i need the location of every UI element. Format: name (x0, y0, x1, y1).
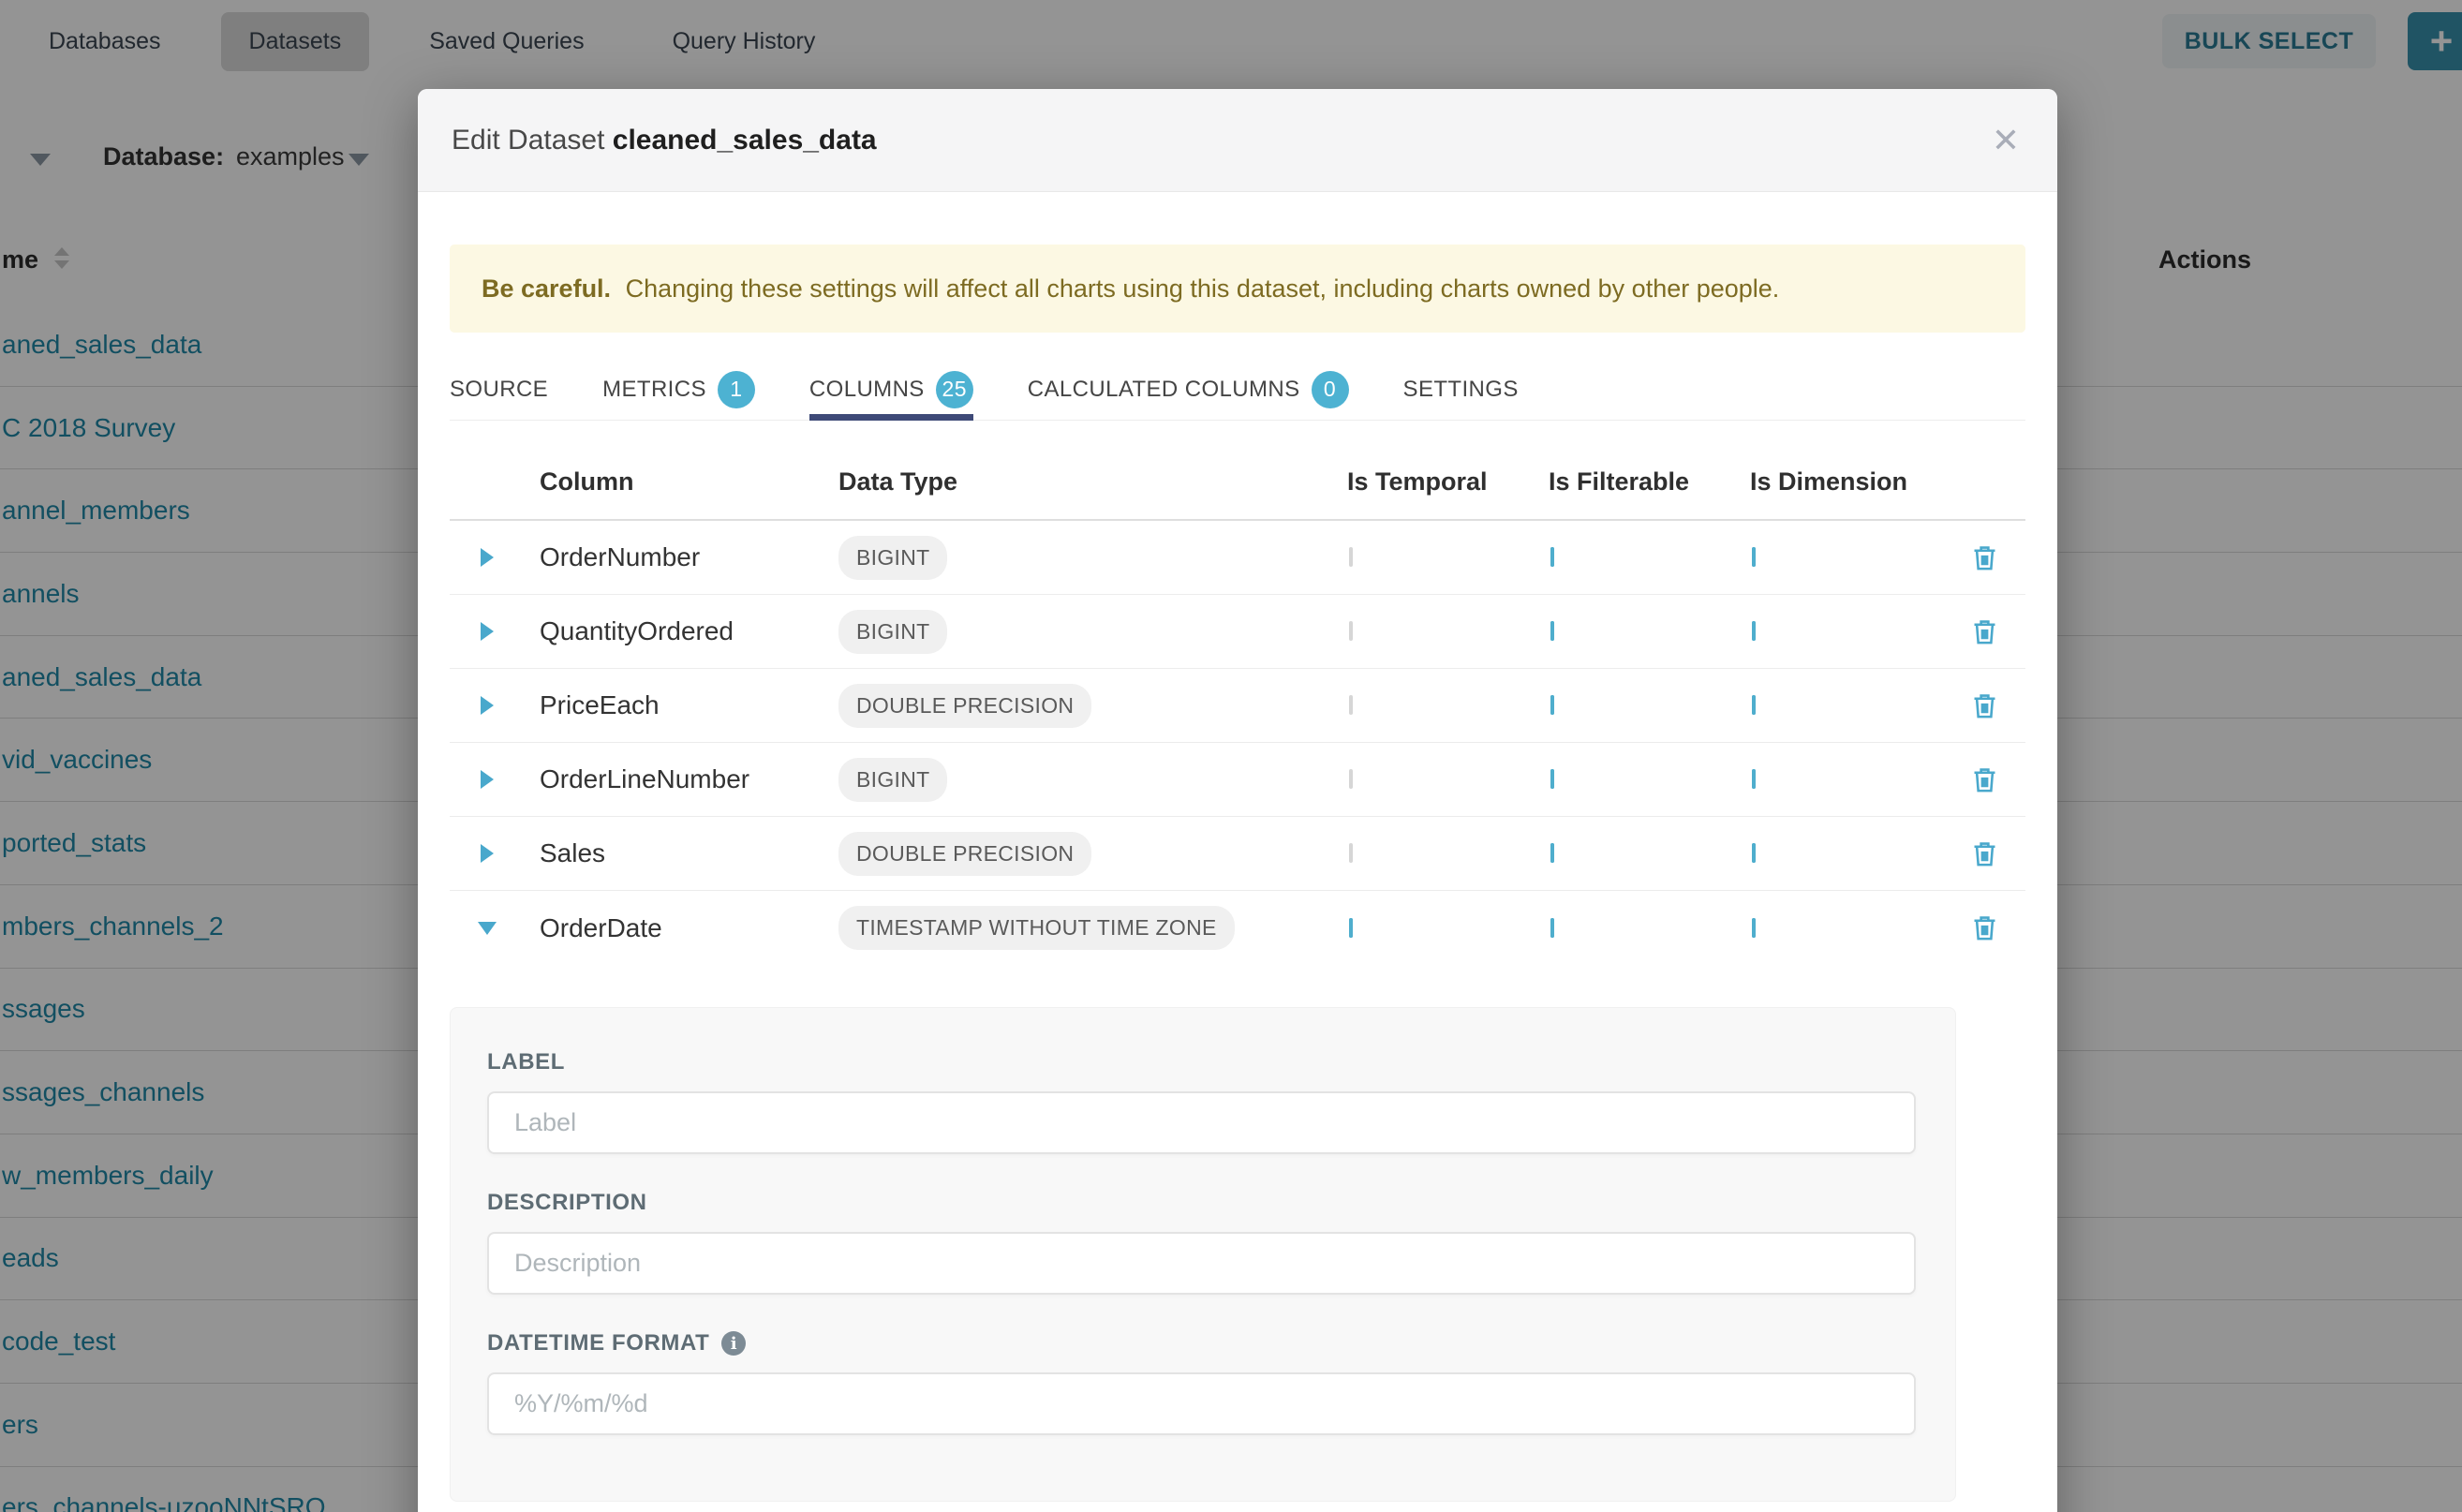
columns-table: Column Data Type Is Temporal Is Filterab… (450, 421, 2025, 965)
column-detail-panel: LABEL DESCRIPTION DATETIME FORMAT (450, 1007, 1956, 1502)
delete-column-button[interactable] (1944, 765, 2025, 794)
warning-bold: Be careful. (482, 274, 611, 303)
column-name: OrderDate (525, 913, 824, 943)
expand-caret-icon[interactable] (481, 696, 494, 715)
is-dimension-checkbox[interactable] (1752, 769, 1756, 789)
is-dimension-checkbox[interactable] (1752, 547, 1756, 567)
is-filterable-checkbox[interactable] (1550, 918, 1554, 938)
column-row-sales: Sales DOUBLE PRECISION (450, 817, 2025, 891)
datetime-format-input[interactable] (487, 1372, 1916, 1435)
trash-icon (1970, 543, 1999, 572)
is-filterable-checkbox[interactable] (1550, 769, 1554, 789)
delete-column-button[interactable] (1944, 691, 2025, 720)
is-filterable-checkbox[interactable] (1550, 621, 1554, 641)
label-input[interactable] (487, 1091, 1916, 1154)
tab-label: COLUMNS (809, 377, 925, 403)
label-field-title: LABEL (487, 1049, 1912, 1075)
column-row-orderlinenumber: OrderLineNumber BIGINT (450, 743, 2025, 817)
data-type-pill: BIGINT (838, 536, 947, 580)
expand-caret-icon[interactable] (481, 548, 494, 567)
close-icon[interactable]: ✕ (1992, 124, 2020, 157)
is-dimension-checkbox[interactable] (1752, 621, 1756, 641)
expand-caret-icon[interactable] (481, 622, 494, 641)
header-is-dimension: Is Dimension (1743, 467, 1944, 497)
modal-title-prefix: Edit Dataset (452, 125, 604, 156)
modal-title: Edit Dataset cleaned_sales_data (452, 125, 877, 156)
is-dimension-checkbox[interactable] (1752, 695, 1756, 715)
description-input[interactable] (487, 1232, 1916, 1295)
calculated-columns-count-badge: 0 (1312, 371, 1349, 408)
tab-label: SOURCE (450, 377, 548, 403)
tab-metrics[interactable]: METRICS 1 (602, 359, 755, 420)
is-filterable-checkbox[interactable] (1550, 695, 1554, 715)
trash-icon (1970, 765, 1999, 794)
modal-dataset-name: cleaned_sales_data (613, 125, 877, 156)
tab-columns[interactable]: COLUMNS 25 (809, 359, 973, 420)
warning-text: Changing these settings will affect all … (626, 274, 1780, 303)
is-temporal-checkbox[interactable] (1349, 843, 1353, 863)
modal-body: Be careful. Changing these settings will… (418, 245, 2057, 1502)
modal-tabs: SOURCE METRICS 1 COLUMNS 25 CALCULATED C… (450, 359, 2025, 421)
description-field-title: DESCRIPTION (487, 1190, 1912, 1216)
column-name: QuantityOrdered (525, 616, 824, 646)
data-type-pill: DOUBLE PRECISION (838, 684, 1091, 728)
delete-column-button[interactable] (1944, 839, 2025, 868)
warning-banner: Be careful. Changing these settings will… (450, 245, 2025, 333)
delete-column-button[interactable] (1944, 913, 2025, 942)
trash-icon (1970, 617, 1999, 646)
header-data-type: Data Type (824, 467, 1340, 497)
data-type-pill: BIGINT (838, 610, 947, 654)
column-name: PriceEach (525, 690, 824, 720)
column-name: Sales (525, 838, 824, 868)
trash-icon (1970, 839, 1999, 868)
columns-count-badge: 25 (936, 371, 973, 408)
modal-header: Edit Dataset cleaned_sales_data ✕ (418, 89, 2057, 192)
data-type-pill: BIGINT (838, 758, 947, 802)
is-temporal-checkbox[interactable] (1349, 621, 1353, 641)
header-column: Column (525, 467, 824, 497)
is-temporal-checkbox[interactable] (1349, 547, 1353, 567)
is-dimension-checkbox[interactable] (1752, 843, 1756, 863)
delete-column-button[interactable] (1944, 543, 2025, 572)
data-type-pill: DOUBLE PRECISION (838, 832, 1091, 876)
header-is-filterable: Is Filterable (1541, 467, 1743, 497)
tab-label: METRICS (602, 377, 706, 403)
page: Databases Datasets Saved Queries Query H… (0, 0, 2462, 1512)
is-filterable-checkbox[interactable] (1550, 547, 1554, 567)
info-icon[interactable] (721, 1331, 746, 1356)
trash-icon (1970, 913, 1999, 942)
collapse-caret-icon[interactable] (478, 922, 497, 935)
column-row-orderdate: OrderDate TIMESTAMP WITHOUT TIME ZONE (450, 891, 2025, 965)
columns-table-header: Column Data Type Is Temporal Is Filterab… (450, 421, 2025, 521)
tab-source[interactable]: SOURCE (450, 359, 548, 420)
datetime-format-field-title: DATETIME FORMAT (487, 1330, 1912, 1356)
data-type-pill: TIMESTAMP WITHOUT TIME ZONE (838, 906, 1235, 950)
is-temporal-checkbox[interactable] (1349, 769, 1353, 789)
header-is-temporal: Is Temporal (1340, 467, 1541, 497)
tab-calculated-columns[interactable]: CALCULATED COLUMNS 0 (1028, 359, 1349, 420)
metrics-count-badge: 1 (718, 371, 755, 408)
delete-column-button[interactable] (1944, 617, 2025, 646)
tab-label: CALCULATED COLUMNS (1028, 377, 1300, 403)
column-row-ordernumber: OrderNumber BIGINT (450, 521, 2025, 595)
expand-caret-icon[interactable] (481, 844, 494, 863)
is-filterable-checkbox[interactable] (1550, 843, 1554, 863)
is-temporal-checkbox[interactable] (1349, 918, 1353, 938)
column-row-quantityordered: QuantityOrdered BIGINT (450, 595, 2025, 669)
column-name: OrderLineNumber (525, 764, 824, 794)
tab-label: SETTINGS (1403, 377, 1519, 403)
trash-icon (1970, 691, 1999, 720)
column-name: OrderNumber (525, 542, 824, 572)
is-dimension-checkbox[interactable] (1752, 918, 1756, 938)
is-temporal-checkbox[interactable] (1349, 695, 1353, 715)
column-row-priceeach: PriceEach DOUBLE PRECISION (450, 669, 2025, 743)
tab-settings[interactable]: SETTINGS (1403, 359, 1519, 420)
edit-dataset-modal: Edit Dataset cleaned_sales_data ✕ Be car… (418, 89, 2057, 1512)
expand-caret-icon[interactable] (481, 770, 494, 789)
